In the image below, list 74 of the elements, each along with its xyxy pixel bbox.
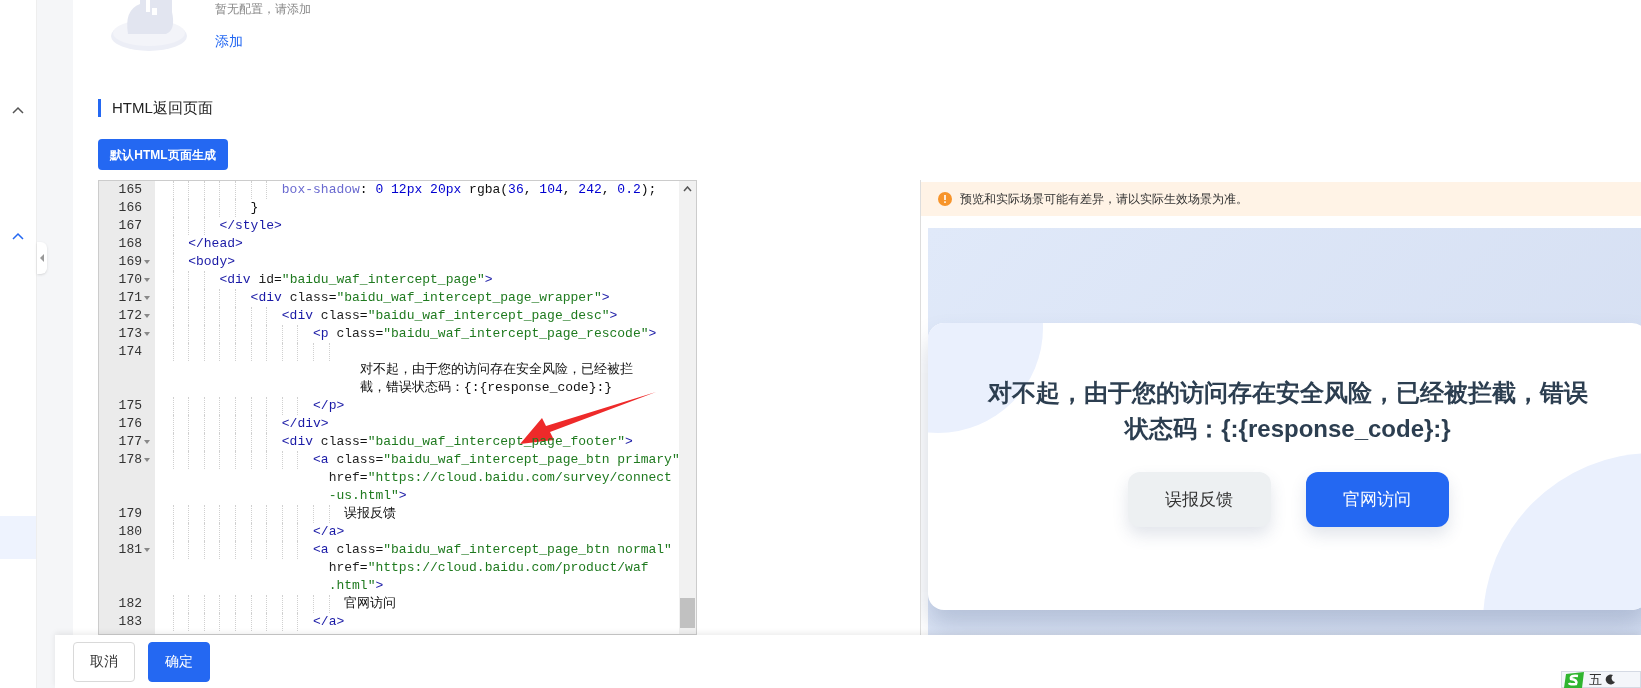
error-heading: 对不起，由于您的访问存在安全风险，已经被拦截，错误状态码：{:{response_code}:} [986, 378, 1589, 444]
code-line: <div class="baidu_waf_intercept_page_wrapper"> [249, 290, 610, 305]
fold-caret-icon[interactable] [144, 296, 150, 300]
line-number: 167 [118, 217, 142, 235]
code-line: 截，错误状态码：{:{response_code}:} [358, 380, 613, 395]
visit-site-button[interactable]: 官网访问 [1305, 472, 1449, 527]
fold-caret-icon[interactable] [144, 440, 150, 444]
scrollbar[interactable] [679, 181, 696, 634]
line-number: 181 [118, 541, 142, 559]
code-line: } [249, 200, 259, 215]
code-line: </p> [312, 398, 345, 413]
code-line: 官网访问 [343, 596, 397, 611]
code-line: box-shadow: 0 12px 20px rgba(36, 104, 242, 0.2); [280, 182, 657, 197]
generate-html-button[interactable]: 默认HTML页面生成 [98, 139, 228, 170]
line-number: 183 [118, 613, 142, 631]
line-number: 169 [118, 253, 142, 271]
code-line: <a class="baidu_waf_intercept_page_btn primary" [312, 452, 679, 467]
code-line: 对不起，由于您的访问存在安全风险，已经被拦 [358, 362, 633, 377]
line-number: 165 [118, 181, 142, 199]
code-line: 误报反馈 [343, 506, 397, 521]
collapse-handle[interactable] [37, 242, 47, 274]
line-number: 171 [118, 289, 142, 307]
code-line: <p class="baidu_waf_intercept_page_rescode"> [312, 326, 657, 341]
moon-icon [1605, 674, 1616, 685]
line-number: 178 [118, 451, 142, 469]
cancel-button[interactable]: 取消 [73, 641, 135, 682]
code-line: .html"> [327, 578, 384, 593]
fold-caret-icon[interactable] [144, 332, 150, 336]
line-number: 179 [118, 505, 142, 523]
section-accent-bar [98, 99, 101, 117]
code-line: <body> [187, 254, 235, 269]
empty-message: 暂无配置，请添加 [215, 1, 311, 17]
caret-left-icon [39, 254, 45, 262]
code-line: -us.html"> [327, 488, 407, 503]
code-line: href="https://cloud.baidu.com/product/waf [327, 560, 649, 575]
scroll-up-icon[interactable] [683, 186, 692, 192]
fold-caret-icon[interactable] [144, 458, 150, 462]
line-number: 175 [118, 397, 142, 415]
ime-toolbar[interactable]: 五 [1561, 671, 1641, 688]
code-line: <div class="baidu_waf_intercept_page_footer"> [280, 434, 633, 449]
code-line: <div class="baidu_waf_intercept_page_desc"> [280, 308, 618, 323]
line-number: 170 [118, 271, 142, 289]
line-number: 166 [118, 199, 142, 217]
code-line: href="https://cloud.baidu.com/survey/connect [327, 470, 672, 485]
section-title: HTML返回页面 [112, 97, 213, 118]
code-line: </div> [280, 416, 329, 431]
line-number: 182 [118, 595, 142, 613]
code-line: </head> [187, 236, 243, 251]
line-number: 176 [118, 415, 142, 433]
code-line: </style> [218, 218, 282, 233]
fold-caret-icon[interactable] [144, 278, 150, 282]
scroll-thumb[interactable] [680, 598, 695, 628]
code-editor[interactable] [98, 180, 697, 635]
chevron-up-icon[interactable] [12, 106, 24, 114]
code-line: </a> [312, 524, 345, 539]
chevron-up-icon[interactable] [12, 232, 24, 240]
confirm-button[interactable]: 确定 [148, 641, 210, 682]
line-number: 177 [118, 433, 142, 451]
notice-text: 预览和实际场景可能有差异，请以实际生效场景为准。 [960, 191, 1248, 208]
ime-mode-label: 五 [1589, 672, 1602, 687]
warning-icon [938, 192, 952, 206]
line-number: 168 [118, 235, 142, 253]
feedback-button[interactable]: 误报反馈 [1127, 472, 1271, 527]
line-number: 172 [118, 307, 142, 325]
fold-caret-icon[interactable] [144, 260, 150, 264]
add-link[interactable]: 添加 [215, 32, 311, 50]
code-line: <a class="baidu_waf_intercept_page_btn normal" [312, 542, 672, 557]
line-number: 180 [118, 523, 142, 541]
code-line: <div id="baidu_waf_intercept_page"> [218, 272, 493, 287]
code-line: </a> [312, 614, 345, 629]
fold-caret-icon[interactable] [144, 548, 150, 552]
fold-caret-icon[interactable] [144, 314, 150, 318]
line-number: 173 [118, 325, 142, 343]
line-number: 174 [118, 343, 142, 361]
